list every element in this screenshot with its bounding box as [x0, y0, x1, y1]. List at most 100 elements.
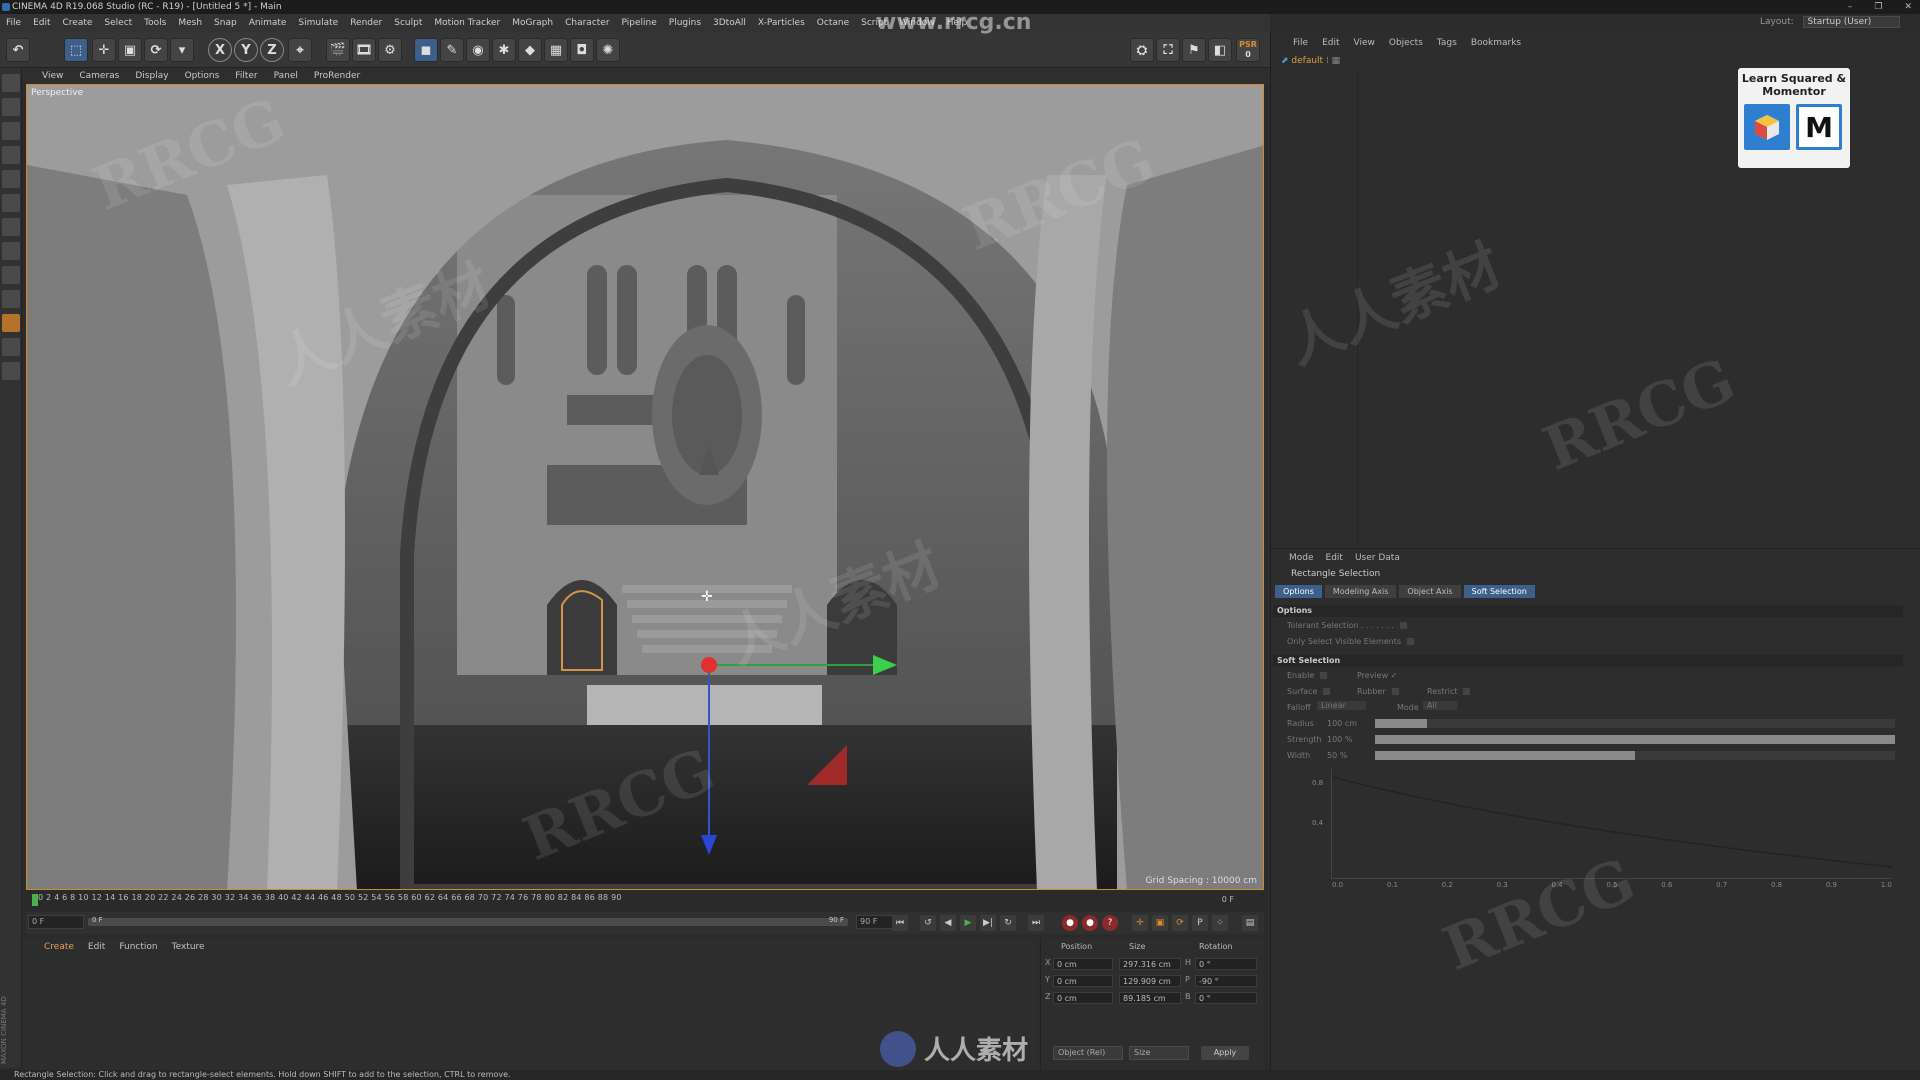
viewport-solo-icon[interactable]: ◧: [1208, 38, 1232, 62]
cube-object-icon[interactable]: ◼: [414, 38, 438, 62]
coordinate-system-icon[interactable]: ⌖: [288, 38, 312, 62]
rotate-tool-icon[interactable]: ⟳: [144, 38, 168, 62]
objects-menu-view[interactable]: View: [1354, 38, 1375, 48]
move-tool-icon[interactable]: ✛: [92, 38, 116, 62]
preview-checkbox[interactable]: Preview ✓: [1357, 671, 1397, 680]
tolerant-selection-checkbox[interactable]: Tolerant Selection . . . . . . .: [1287, 621, 1407, 630]
autokeying-icon[interactable]: ●: [1082, 915, 1098, 931]
width-field[interactable]: 50 %: [1327, 751, 1347, 760]
menu-mesh[interactable]: Mesh: [178, 18, 202, 28]
menu-character[interactable]: Character: [565, 18, 609, 28]
menu-tools[interactable]: Tools: [144, 18, 166, 28]
strength-field[interactable]: 100 %: [1327, 735, 1352, 744]
size-z-field[interactable]: 89.185 cm: [1119, 992, 1181, 1004]
cloner-icon[interactable]: ✱: [492, 38, 516, 62]
rubber-checkbox[interactable]: Rubber: [1357, 687, 1399, 696]
spline-pen-icon[interactable]: ✎: [440, 38, 464, 62]
viewport-menu-view[interactable]: View: [42, 71, 63, 81]
render-view-icon[interactable]: 🎬: [326, 38, 350, 62]
menu-animate[interactable]: Animate: [249, 18, 287, 28]
polygons-mode-icon[interactable]: [2, 218, 20, 236]
quantize-icon[interactable]: ⚑: [1182, 38, 1206, 62]
enable-checkbox[interactable]: Enable: [1287, 671, 1328, 680]
strength-slider[interactable]: [1375, 735, 1895, 744]
y-axis-lock-button[interactable]: Y: [234, 38, 258, 62]
radius-field[interactable]: 100 cm: [1327, 719, 1357, 728]
previous-key-icon[interactable]: ↺: [920, 915, 936, 931]
timeline-ruler[interactable]: 0 2 4 6 8 10 12 14 16 18 20 22 24 26 28 …: [26, 892, 1264, 908]
objects-menu-edit[interactable]: Edit: [1322, 38, 1339, 48]
record-active-objects-icon[interactable]: ●: [1062, 915, 1078, 931]
go-to-start-icon[interactable]: ⏮: [892, 915, 908, 931]
record-parameter-icon[interactable]: P: [1192, 915, 1208, 931]
radius-slider-track[interactable]: [1375, 719, 1895, 728]
attr-menu-mode[interactable]: Mode: [1289, 553, 1314, 563]
menu-pipeline[interactable]: Pipeline: [622, 18, 657, 28]
only-visible-checkbox[interactable]: Only Select Visible Elements: [1287, 637, 1415, 646]
size-mode-dropdown[interactable]: Size: [1129, 1046, 1189, 1060]
render-settings-icon[interactable]: ⚙: [378, 38, 402, 62]
frame-range-slider[interactable]: 0 F 90 F: [88, 916, 848, 926]
menu-3dtoall[interactable]: 3DtoAll: [713, 18, 746, 28]
record-scale-icon[interactable]: ▣: [1152, 915, 1168, 931]
size-y-field[interactable]: 129.909 cm: [1119, 975, 1181, 987]
x-axis-lock-button[interactable]: X: [208, 38, 232, 62]
keyframe-selection-icon[interactable]: ?: [1102, 915, 1118, 931]
layer-icon[interactable]: [2, 338, 20, 356]
position-z-field[interactable]: 0 cm: [1053, 992, 1113, 1004]
falloff-curve-graph[interactable]: 0.8 0.4 0.0 0.1 0.2 0.3 0.4 0.5 0.6 0.7 …: [1312, 769, 1892, 889]
menu-motion-tracker[interactable]: Motion Tracker: [434, 18, 500, 28]
timeline-icon[interactable]: ▤: [1242, 915, 1258, 931]
play-forward-icon[interactable]: ▶: [960, 915, 976, 931]
workplane-icon[interactable]: ⛶: [1156, 38, 1180, 62]
z-axis-lock-button[interactable]: Z: [260, 38, 284, 62]
deformer-icon[interactable]: ◆: [518, 38, 542, 62]
previous-frame-icon[interactable]: ◀: [940, 915, 956, 931]
model-mode-icon[interactable]: [2, 98, 20, 116]
object-visibility-icon[interactable]: ⁞ ▦: [1326, 56, 1340, 66]
material-menu-texture[interactable]: Texture: [172, 942, 205, 952]
record-rotation-icon[interactable]: ⟳: [1172, 915, 1188, 931]
menu-render[interactable]: Render: [350, 18, 382, 28]
viewport-menu-prorender[interactable]: ProRender: [314, 71, 360, 81]
points-mode-icon[interactable]: [2, 170, 20, 188]
layout-dropdown[interactable]: Startup (User): [1802, 16, 1901, 28]
recent-tools-icon[interactable]: ▾: [170, 38, 194, 62]
go-to-end-icon[interactable]: ⏭: [1028, 915, 1044, 931]
menu-select[interactable]: Select: [104, 18, 132, 28]
snap-icon[interactable]: ⛭: [1130, 38, 1154, 62]
viewport-menu-display[interactable]: Display: [135, 71, 168, 81]
edges-mode-icon[interactable]: [2, 194, 20, 212]
rotation-p-field[interactable]: -90 °: [1195, 975, 1257, 987]
psr-indicator[interactable]: PSR 0: [1236, 38, 1260, 62]
material-menu-edit[interactable]: Edit: [88, 942, 105, 952]
light-icon[interactable]: ✺: [596, 38, 620, 62]
make-editable-icon[interactable]: [2, 74, 20, 92]
coordinate-mode-dropdown[interactable]: Object (Rel): [1053, 1046, 1123, 1060]
surface-checkbox[interactable]: Surface: [1287, 687, 1331, 696]
tweak-mode-icon[interactable]: [2, 266, 20, 284]
rotation-h-field[interactable]: 0 °: [1195, 958, 1257, 970]
viewport-menu-filter[interactable]: Filter: [235, 71, 257, 81]
size-x-field[interactable]: 297.316 cm: [1119, 958, 1181, 970]
axis-mode-icon[interactable]: [2, 242, 20, 260]
tab-modeling-axis[interactable]: Modeling Axis: [1324, 585, 1397, 598]
undo-icon[interactable]: ↶: [6, 38, 30, 62]
menu-octane[interactable]: Octane: [817, 18, 849, 28]
scale-tool-icon[interactable]: ▣: [118, 38, 142, 62]
subdivision-surface-icon[interactable]: ◉: [466, 38, 490, 62]
menu-plugins[interactable]: Plugins: [669, 18, 701, 28]
close-button[interactable]: ✕: [1904, 0, 1912, 14]
objects-menu-tags[interactable]: Tags: [1437, 38, 1457, 48]
viewport-menu-options[interactable]: Options: [185, 71, 220, 81]
menu-x-particles[interactable]: X-Particles: [758, 18, 805, 28]
attr-menu-user-data[interactable]: User Data: [1355, 553, 1400, 563]
locked-workplane-icon[interactable]: [2, 362, 20, 380]
render-picture-viewer-icon[interactable]: 🎞: [352, 38, 376, 62]
menu-simulate[interactable]: Simulate: [298, 18, 338, 28]
menu-file[interactable]: File: [6, 18, 21, 28]
objects-menu-bookmarks[interactable]: Bookmarks: [1471, 38, 1521, 48]
attr-menu-edit[interactable]: Edit: [1326, 553, 1343, 563]
apply-button[interactable]: Apply: [1201, 1046, 1249, 1060]
objects-menu-objects[interactable]: Objects: [1389, 38, 1423, 48]
